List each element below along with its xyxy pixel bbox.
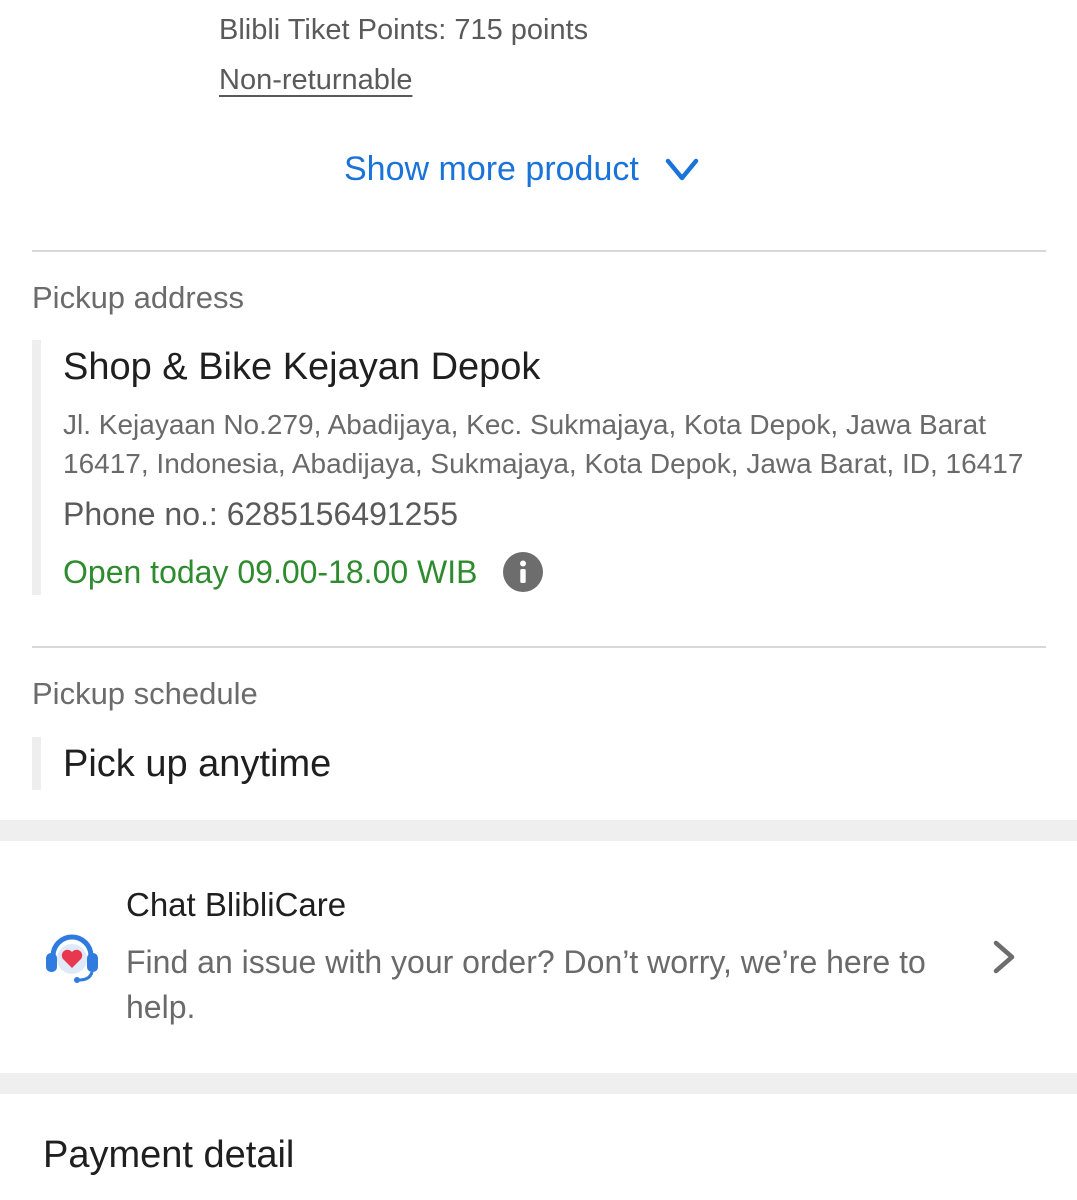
pickup-schedule-value: Pick up anytime: [63, 743, 332, 785]
open-hours-text: Open today 09.00-18.00 WIB: [63, 553, 478, 590]
schedule-accent-bar: [32, 737, 41, 790]
open-hours-row: Open today 09.00-18.00 WIB: [63, 552, 544, 592]
chat-title: Chat BlibliCare: [126, 886, 347, 923]
store-name: Shop & Bike Kejayan Depok: [63, 346, 541, 388]
show-more-product-button[interactable]: Show more product: [344, 150, 699, 189]
return-policy-link[interactable]: Non-returnable: [219, 64, 412, 97]
headset-heart-icon: [43, 926, 101, 984]
tiket-points-text: Blibli Tiket Points: 715 points: [219, 14, 589, 46]
store-address: Jl. Kejayaan No.279, Abadijaya, Kec. Suk…: [63, 409, 1024, 479]
store-phone: Phone no.: 6285156491255: [63, 496, 459, 532]
chat-description: Find an issue with your order? Don’t wor…: [126, 944, 926, 1025]
pickup-address-label: Pickup address: [32, 280, 244, 315]
pickup-schedule-label: Pickup schedule: [32, 676, 258, 711]
section-separator: [0, 1073, 1077, 1094]
show-more-label: Show more product: [344, 150, 639, 188]
info-icon[interactable]: [503, 552, 544, 592]
payment-detail-title: Payment detail: [43, 1134, 295, 1176]
section-separator: [0, 820, 1077, 841]
divider: [32, 646, 1046, 648]
address-accent-bar: [32, 340, 41, 595]
chevron-right-icon[interactable]: [990, 938, 1020, 976]
divider: [32, 250, 1046, 252]
chevron-down-icon: [665, 157, 699, 183]
